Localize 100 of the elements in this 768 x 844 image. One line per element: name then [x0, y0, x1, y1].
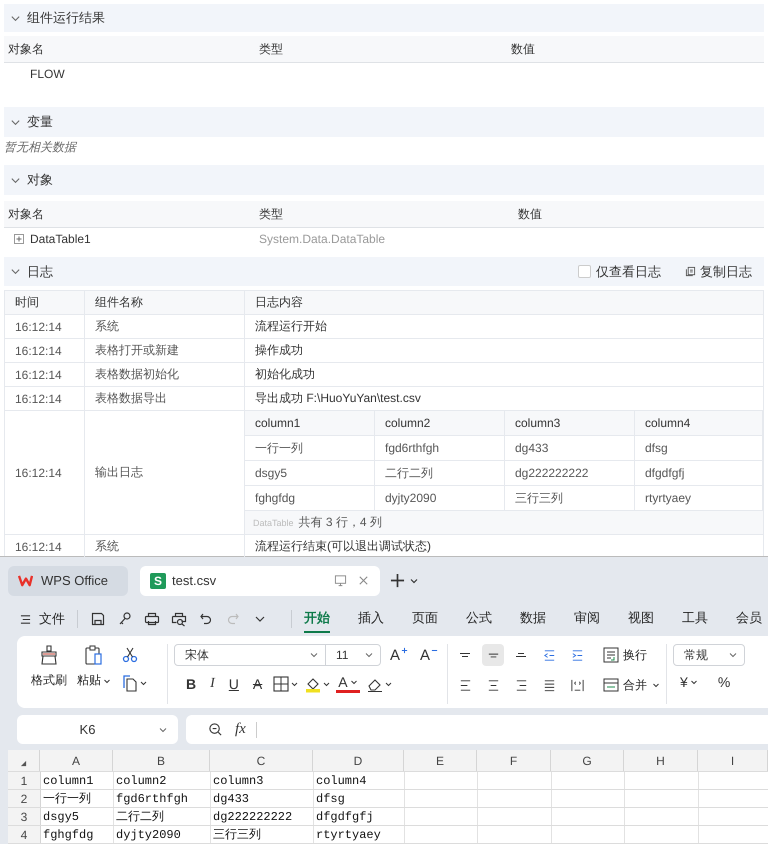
table-cell: 表格数据初始化	[85, 363, 245, 386]
table-type-label: DataTable	[253, 518, 294, 528]
row-header[interactable]: 2	[8, 790, 41, 807]
align-indent-icon	[570, 648, 585, 662]
font-size-select[interactable]: 11	[325, 644, 381, 666]
column-header[interactable]: B	[113, 750, 210, 771]
format-painter-button[interactable]: 格式刷	[31, 644, 67, 704]
column-header: 类型	[259, 40, 283, 58]
ribbon-tab[interactable]: 会员	[736, 605, 762, 633]
currency-button[interactable]: ¥	[677, 674, 701, 690]
table-cell-text: 流程运行开始	[254, 318, 328, 335]
checkbox-label[interactable]: 仅查看日志	[596, 262, 661, 280]
percent-button[interactable]: %	[714, 674, 734, 690]
column-header[interactable]: E	[404, 750, 477, 771]
paste-button[interactable]: 粘贴	[77, 644, 111, 704]
section-header[interactable]: 对象	[4, 165, 764, 195]
ribbon-tab[interactable]: 页面	[412, 605, 438, 633]
preview-icon[interactable]	[171, 611, 187, 627]
table-cell: dfsg	[635, 436, 763, 460]
table-cell: 表格数据导出	[85, 387, 245, 410]
document-tab[interactable]: WPS Office	[8, 566, 128, 596]
table-cell: DataTable1	[30, 232, 91, 246]
section-header[interactable]: 变量	[4, 107, 764, 137]
file-menu-button[interactable]: 文件	[20, 610, 65, 628]
table-cell: 系统	[85, 315, 245, 338]
section-title: 日志	[27, 262, 53, 280]
ribbon-tab[interactable]: 开始	[304, 605, 330, 633]
table-cell: dfgdfgfj	[635, 461, 763, 485]
ribbon-tab[interactable]: 审阅	[574, 605, 600, 633]
zoom-icon[interactable]	[208, 722, 223, 737]
formula-field[interactable]: fx	[186, 715, 768, 744]
column-header[interactable]: A	[40, 750, 113, 771]
plus-icon[interactable]	[390, 573, 405, 588]
function-label[interactable]: fx	[235, 721, 246, 738]
checkbox[interactable]	[578, 265, 591, 278]
caret-icon	[309, 650, 319, 660]
bold-button[interactable]: B	[182, 676, 200, 692]
cell-text: dsgy5	[43, 810, 80, 824]
ribbon-tab[interactable]: 插入	[358, 605, 384, 633]
section-header[interactable]: 日志 仅查看日志 复制日志	[4, 257, 764, 286]
undo-icon[interactable]	[198, 611, 214, 627]
italic-button[interactable]: I	[206, 676, 219, 692]
row-header[interactable]: 3	[8, 808, 41, 825]
cell-text: column4	[316, 774, 366, 788]
ribbon-tab[interactable]: 公式	[466, 605, 492, 633]
column-header[interactable]: G	[551, 750, 624, 771]
strike-button[interactable]: A	[248, 676, 266, 692]
cell-text: 三行三列	[213, 827, 261, 843]
plus-icon	[401, 646, 408, 654]
decrease-font-button[interactable]: A	[417, 646, 442, 664]
font-name-select[interactable]: 宋体	[174, 644, 326, 666]
name-box[interactable]: K6	[17, 715, 178, 744]
table-cell: 16:12:14	[5, 363, 85, 386]
cell-text: dg222222222	[213, 810, 292, 824]
select-all-icon[interactable]	[20, 760, 27, 767]
key-icon[interactable]	[117, 611, 133, 627]
align-top-icon	[459, 652, 472, 658]
ribbon-tab[interactable]: 数据	[520, 605, 546, 633]
ribbon-tab[interactable]: 视图	[628, 605, 654, 633]
cell-text: dfgdfgfj	[316, 810, 374, 824]
save-icon[interactable]	[90, 611, 106, 627]
ribbon-tab[interactable]: 工具	[682, 605, 708, 633]
column-header[interactable]: H	[624, 750, 698, 771]
row-header[interactable]: 4	[8, 826, 41, 843]
table-cell: dyjty2090	[375, 486, 505, 510]
table-cell-text: 导出成功 F:\HuoYuYan\test.csv	[254, 390, 422, 407]
table-cell: 16:12:14	[5, 339, 85, 362]
column-header: 组件名称	[85, 291, 245, 314]
section-title: 变量	[27, 113, 53, 131]
column-header[interactable]: I	[698, 750, 768, 771]
borders-icon[interactable]	[272, 674, 298, 692]
underline-button[interactable]: U	[224, 676, 243, 692]
table-cell: dg433	[505, 436, 635, 460]
merge-cells-button[interactable]: 合并	[594, 676, 660, 694]
column-header: 数值	[518, 206, 542, 222]
caret-icon	[652, 681, 660, 689]
table-cell: dsgy5	[245, 461, 375, 485]
row-header[interactable]: 1	[8, 772, 41, 789]
print-icon[interactable]	[144, 611, 160, 627]
table-cell-text: 操作成功	[254, 342, 304, 359]
copy-log-button[interactable]: 复制日志	[685, 262, 752, 280]
font-color-button[interactable]: A	[336, 674, 360, 693]
scissors-icon[interactable]	[121, 646, 139, 664]
column-header[interactable]: F	[477, 750, 551, 771]
empty-text: 暂无相关数据	[4, 138, 76, 156]
section-header[interactable]: 组件运行结果	[4, 4, 764, 32]
column-header[interactable]: C	[210, 750, 313, 771]
monitor-icon[interactable]	[334, 574, 347, 587]
close-icon[interactable]	[357, 574, 370, 587]
document-tab[interactable]: S test.csv	[140, 566, 380, 596]
number-format-select[interactable]: 常规	[673, 644, 746, 666]
wrap-text-button[interactable]: 换行	[594, 646, 648, 664]
expand-icon[interactable]	[14, 234, 24, 244]
middle-align-button[interactable]	[482, 644, 504, 666]
section-title: 对象	[27, 171, 53, 189]
table-cell: fghgfdg	[245, 486, 375, 510]
copy-icon[interactable]	[121, 674, 147, 692]
column-header[interactable]: D	[313, 750, 404, 771]
increase-font-button[interactable]: A	[387, 646, 412, 664]
cell-text: rtyrtyaey	[316, 828, 381, 842]
